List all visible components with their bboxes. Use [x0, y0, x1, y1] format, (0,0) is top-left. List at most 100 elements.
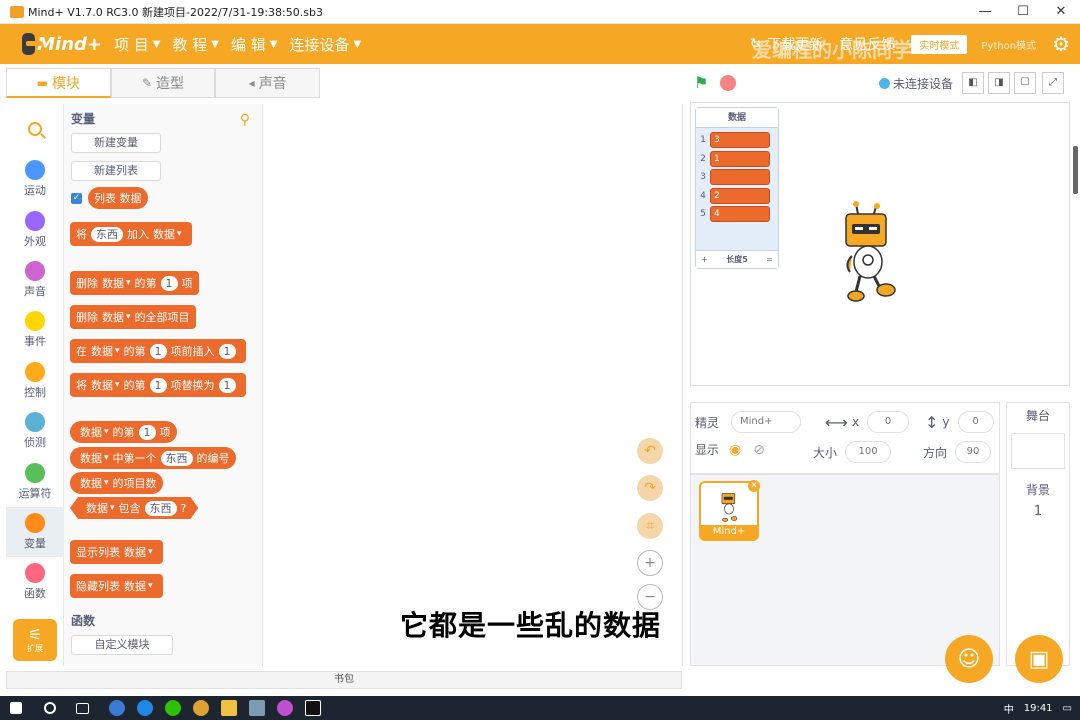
sprite-name-input[interactable]: Mind+	[731, 411, 802, 433]
search-blocks-button[interactable]	[6, 104, 64, 154]
fullscreen-icon[interactable]: ⤢	[1042, 72, 1064, 94]
list-add-button[interactable]: +	[701, 255, 708, 264]
app-icon[interactable]	[277, 700, 293, 716]
list-dropdown[interactable]: 数据	[124, 544, 153, 560]
list-dropdown[interactable]: 数据	[102, 275, 131, 291]
add-sprite-button[interactable]: ☺	[945, 635, 993, 683]
close-button[interactable]: ✕	[1042, 0, 1080, 24]
category-item[interactable]: 变量	[6, 506, 64, 558]
tab-sounds[interactable]: ◂ 声音	[215, 68, 321, 98]
clock[interactable]: 19:41	[1024, 703, 1053, 714]
eye-hidden-icon[interactable]: ⊘	[753, 442, 765, 458]
eye-icon[interactable]: ◉	[729, 442, 741, 458]
python-mode-button[interactable]: Python模式	[981, 37, 1036, 52]
index-input[interactable]: 1	[160, 275, 178, 291]
chrome-icon[interactable]	[193, 700, 209, 716]
new-list-button[interactable]: 新建列表	[71, 161, 161, 181]
menu-tutorial[interactable]: 教 程 ▼	[172, 34, 218, 55]
list-item-value[interactable]: 3	[710, 132, 770, 149]
pin-icon[interactable]: ⚲	[240, 112, 250, 128]
list-dropdown[interactable]: 数据	[124, 578, 153, 594]
show-list-block[interactable]: 显示列表 数据	[70, 540, 163, 564]
insert-at-block[interactable]: 在 数据 的第 1 项前插入 1	[70, 339, 246, 363]
category-item[interactable]: 声音	[6, 255, 64, 305]
new-variable-button[interactable]: 新建变量	[71, 133, 161, 153]
settings-gear-icon[interactable]: ⚙	[1052, 32, 1070, 56]
mindplus-taskbar-icon[interactable]	[249, 700, 265, 716]
list-dropdown[interactable]: 数据	[86, 500, 115, 516]
ime-indicator[interactable]: 中	[1004, 701, 1014, 716]
category-item[interactable]: 控制	[6, 356, 64, 406]
item-of-list-block[interactable]: 数据 的第 1 项	[70, 421, 177, 443]
list-item-value[interactable]: 1	[710, 150, 770, 167]
backpack-bar[interactable]: 书包	[6, 671, 682, 689]
list-contains-block[interactable]: 数据 包含 东西 ?	[70, 497, 198, 519]
x-input[interactable]: 0	[867, 411, 910, 433]
list-resize-handle[interactable]: =	[766, 255, 773, 264]
edge-icon[interactable]	[137, 700, 153, 716]
redo-icon[interactable]: ↷	[637, 475, 663, 501]
size-input[interactable]: 100	[845, 441, 892, 463]
direction-input[interactable]: 90	[955, 441, 992, 463]
zoom-in-icon[interactable]: +	[637, 550, 663, 576]
index-of-item-block[interactable]: 数据 中第一个 东西 的编号	[70, 447, 236, 469]
list-item-value[interactable]: 2	[710, 187, 770, 204]
index-input[interactable]: 1	[138, 424, 156, 440]
list-dropdown[interactable]: 数据	[80, 450, 109, 466]
crop-icon[interactable]: ⌗	[637, 513, 663, 539]
browser-icon[interactable]	[109, 700, 125, 716]
maximize-button[interactable]: ☐	[1004, 0, 1042, 24]
list-checkbox[interactable]: ✓	[71, 193, 82, 204]
item-input[interactable]: 东西	[160, 450, 193, 466]
replace-item-block[interactable]: 将 数据 的第 1 项替换为 1	[70, 373, 246, 397]
normal-stage-icon[interactable]: ◨	[988, 72, 1010, 94]
list-length-block[interactable]: 数据 的项目数	[70, 472, 163, 494]
list-dropdown[interactable]: 数据	[80, 424, 109, 440]
small-stage-icon[interactable]: ◧	[962, 72, 984, 94]
terminal-icon[interactable]	[305, 700, 321, 716]
search-icon[interactable]	[44, 702, 56, 714]
task-view-icon[interactable]	[76, 702, 89, 714]
list-dropdown[interactable]: 数据	[80, 475, 109, 491]
category-item[interactable]: 运算符	[6, 456, 64, 506]
undo-icon[interactable]: ↶	[637, 438, 663, 464]
list-item-value[interactable]	[710, 169, 770, 186]
extension-button[interactable]: ⚟ 扩展	[13, 619, 57, 661]
list-reporter-block[interactable]: 列表 数据	[88, 187, 148, 209]
category-item[interactable]: 运动	[6, 154, 64, 204]
index-input[interactable]: 1	[149, 377, 167, 393]
list-dropdown[interactable]: 数据	[102, 309, 131, 325]
stage-panel[interactable]: 舞台 背景 1 ▣	[1006, 402, 1070, 683]
mind-plus-robot-sprite[interactable]	[840, 200, 896, 306]
device-status[interactable]: 未连接设备	[879, 75, 953, 92]
delete-sprite-icon[interactable]: ✕	[748, 480, 760, 492]
add-backdrop-button[interactable]: ▣	[1015, 635, 1063, 683]
category-item[interactable]: 函数	[6, 557, 64, 607]
menu-project[interactable]: 项 目 ▼	[114, 34, 160, 55]
index-input[interactable]: 1	[149, 343, 167, 359]
green-flag-icon[interactable]: ⚑	[694, 75, 710, 91]
tab-blocks[interactable]: ▬ 模块	[6, 68, 111, 98]
category-item[interactable]: 侦测	[6, 406, 64, 456]
delete-nth-block[interactable]: 删除 数据 的第 1 项	[70, 271, 199, 295]
menu-connect-device[interactable]: 连接设备 ▼	[289, 34, 361, 55]
notification-icon[interactable]: ▭	[1063, 703, 1072, 714]
windows-start-icon[interactable]	[10, 702, 22, 714]
value-input[interactable]: 1	[218, 343, 236, 359]
list-dropdown[interactable]: 数据	[153, 226, 182, 242]
item-input[interactable]: 东西	[145, 501, 177, 516]
menu-edit[interactable]: 编 辑 ▼	[231, 34, 277, 55]
stop-icon[interactable]	[720, 75, 736, 91]
tab-costumes[interactable]: ✎ 造型	[110, 68, 216, 98]
realtime-mode-button[interactable]: 实时模式	[911, 34, 968, 54]
script-area[interactable]: ↶ ↷ ⌗ + −	[263, 104, 683, 666]
category-item[interactable]: 外观	[6, 204, 64, 254]
large-stage-icon[interactable]: ☐	[1014, 72, 1036, 94]
folder-icon[interactable]	[221, 700, 237, 716]
delete-all-block[interactable]: 删除 数据 的全部项目	[70, 305, 196, 329]
category-item[interactable]: 事件	[6, 305, 64, 355]
hide-list-block[interactable]: 隐藏列表 数据	[70, 574, 163, 598]
sprite-thumbnail[interactable]: ✕ Mind+	[699, 480, 760, 541]
item-input[interactable]: 东西	[91, 226, 123, 242]
value-input[interactable]: 1	[218, 377, 236, 393]
